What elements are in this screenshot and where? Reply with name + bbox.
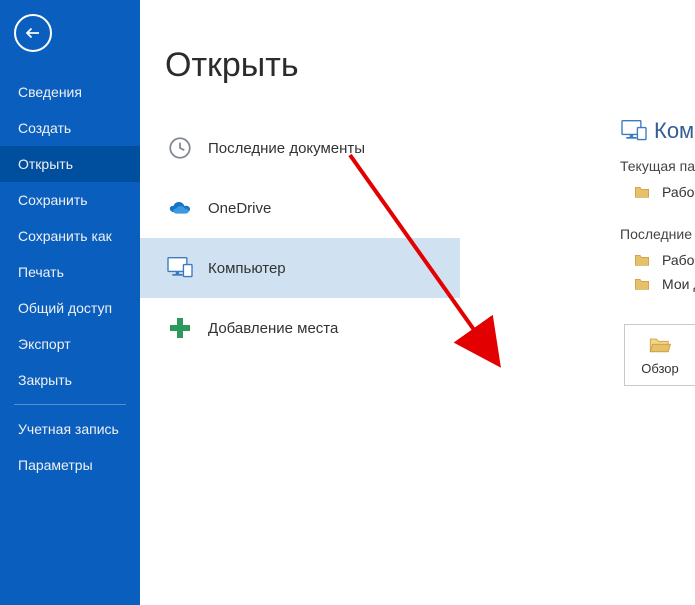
sidebar-item-share[interactable]: Общий доступ xyxy=(0,290,140,326)
sidebar-item-close[interactable]: Закрыть xyxy=(0,362,140,398)
sidebar-item-open[interactable]: Открыть xyxy=(0,146,140,182)
folder-label: Рабочий стол xyxy=(656,252,695,268)
open-locations-list: Последние документы OneDrive Компьютер xyxy=(140,118,460,358)
folder-label: Мои документы xyxy=(656,276,695,292)
folder-open-icon xyxy=(648,335,672,355)
computer-icon xyxy=(620,119,648,143)
recent-folder-item[interactable]: Мои документы xyxy=(620,272,695,296)
location-label: Последние документы xyxy=(200,140,365,157)
back-button[interactable] xyxy=(14,14,52,52)
computer-icon xyxy=(166,256,194,280)
folder-label: Рабочий стол xyxy=(656,184,695,200)
location-add-place[interactable]: Добавление места xyxy=(140,298,460,358)
recent-folder-item[interactable]: Рабочий стол xyxy=(620,248,695,272)
recent-folders-section-title: Последние папки xyxy=(620,226,695,242)
clock-icon xyxy=(167,135,193,161)
folder-icon xyxy=(634,185,650,199)
sidebar-item-print[interactable]: Печать xyxy=(0,254,140,290)
current-folder-item[interactable]: Рабочий стол xyxy=(620,180,695,204)
current-folder-section-title: Текущая папка xyxy=(620,158,695,174)
sidebar-item-new[interactable]: Создать xyxy=(0,110,140,146)
sidebar-item-save[interactable]: Сохранить xyxy=(0,182,140,218)
page-title: Открыть xyxy=(140,0,695,103)
open-details-pane: Компьютер Текущая папка Рабочий стол Пос… xyxy=(620,118,695,386)
sidebar-item-account[interactable]: Учетная запись xyxy=(0,411,140,447)
location-onedrive[interactable]: OneDrive xyxy=(140,178,460,238)
browse-label: Обзор xyxy=(641,361,679,376)
backstage-sidebar: Сведения Создать Открыть Сохранить Сохра… xyxy=(0,0,140,605)
sidebar-separator xyxy=(14,404,126,405)
sidebar-item-export[interactable]: Экспорт xyxy=(0,326,140,362)
browse-button[interactable]: Обзор xyxy=(624,324,695,386)
location-label: Компьютер xyxy=(200,260,286,277)
sidebar-item-options[interactable]: Параметры xyxy=(0,447,140,483)
details-header: Компьютер xyxy=(620,118,695,144)
location-label: Добавление места xyxy=(200,320,338,337)
backstage-main: Открыть Последние документы OneDrive xyxy=(140,0,695,605)
back-arrow-icon xyxy=(24,24,42,42)
sidebar-item-info[interactable]: Сведения xyxy=(0,74,140,110)
location-recent-documents[interactable]: Последние документы xyxy=(140,118,460,178)
location-computer[interactable]: Компьютер xyxy=(140,238,460,298)
onedrive-icon xyxy=(166,198,194,218)
plus-icon xyxy=(168,316,192,340)
details-header-text: Компьютер xyxy=(654,118,695,144)
folder-icon xyxy=(634,277,650,291)
location-label: OneDrive xyxy=(200,200,271,217)
sidebar-item-saveas[interactable]: Сохранить как xyxy=(0,218,140,254)
folder-icon xyxy=(634,253,650,267)
